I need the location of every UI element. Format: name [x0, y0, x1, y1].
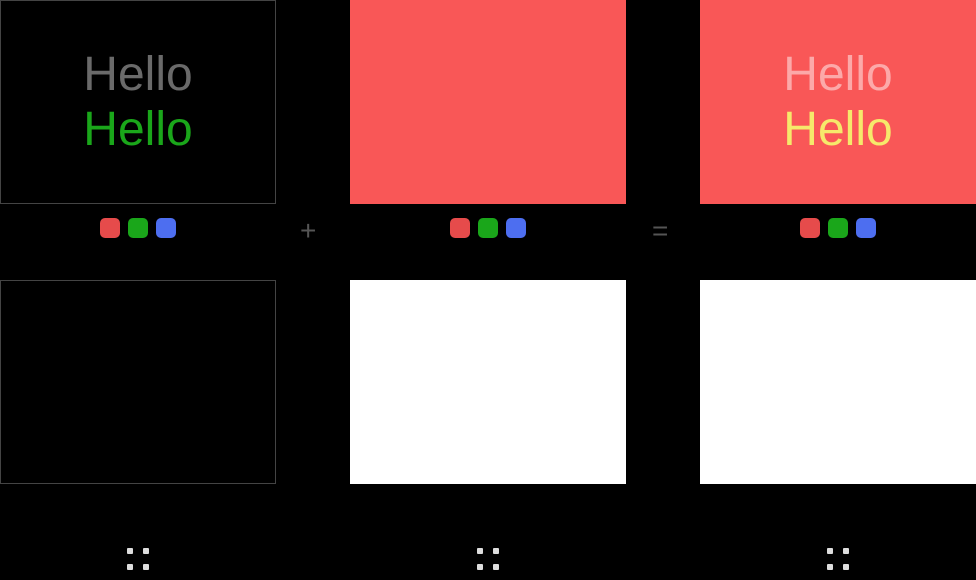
panel-add-red	[350, 0, 626, 238]
panel-result-red: Hello Hello	[700, 0, 976, 238]
hello-pink: Hello	[783, 47, 892, 102]
hello-yellow: Hello	[783, 102, 892, 157]
swatch-red	[450, 218, 470, 238]
swatch-green	[828, 218, 848, 238]
spinner-icon	[127, 548, 149, 570]
panel-box	[350, 280, 626, 484]
swatch-green	[128, 218, 148, 238]
swatch-green	[478, 218, 498, 238]
panel-src2-black	[0, 280, 276, 484]
panel-src-black: Hello Hello	[0, 0, 276, 238]
panel-box	[350, 0, 626, 204]
swatches	[350, 218, 626, 238]
panel-box	[0, 280, 276, 484]
swatch-blue	[506, 218, 526, 238]
panel-add-white	[350, 280, 626, 484]
swatches	[700, 218, 976, 238]
hello-grey: Hello	[83, 47, 192, 102]
blend-diagram: Hello Hello Hello Hello + =	[0, 0, 976, 580]
swatches	[0, 218, 276, 238]
panel-box: Hello Hello	[0, 0, 276, 204]
plus-operator: +	[300, 215, 316, 247]
swatch-blue	[856, 218, 876, 238]
swatch-red	[800, 218, 820, 238]
hello-green: Hello	[83, 102, 192, 157]
swatch-blue	[156, 218, 176, 238]
panel-box	[700, 280, 976, 484]
panel-result-white	[700, 280, 976, 484]
spinner-icon	[477, 548, 499, 570]
panel-box: Hello Hello	[700, 0, 976, 204]
spinner-icon	[827, 548, 849, 570]
equals-operator: =	[652, 215, 668, 247]
swatch-red	[100, 218, 120, 238]
